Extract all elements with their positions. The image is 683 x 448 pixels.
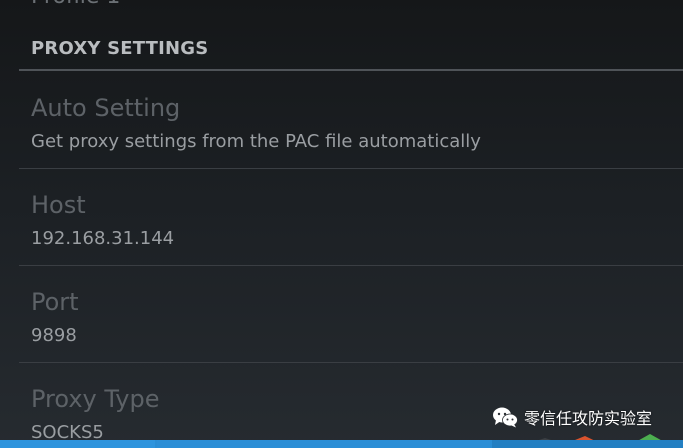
pref-summary: Get proxy settings from the PAC file aut… xyxy=(31,131,481,152)
pref-port[interactable]: Port 9898 xyxy=(19,266,683,363)
pref-host[interactable]: Host 192.168.31.144 xyxy=(19,169,683,266)
watermark-text: 零信任攻防实验室 xyxy=(524,409,653,428)
bottom-accent-strip xyxy=(0,440,683,448)
pref-title: Proxy Type xyxy=(31,385,160,413)
strip-segment xyxy=(157,440,490,448)
pref-title: Host xyxy=(31,191,86,219)
section-divider xyxy=(19,69,683,71)
pref-title: Port xyxy=(31,288,79,316)
settings-screen: Profile 1 PROXY SETTINGS Auto Setting Ge… xyxy=(0,0,683,448)
wechat-icon xyxy=(493,407,518,428)
pref-summary: 9898 xyxy=(31,325,77,346)
watermark: 零信任攻防实验室 xyxy=(492,402,652,432)
strip-segment xyxy=(0,440,155,448)
strip-segment xyxy=(492,440,683,448)
pref-auto-setting[interactable]: Auto Setting Get proxy settings from the… xyxy=(19,72,683,169)
section-header-proxy-settings: PROXY SETTINGS xyxy=(31,38,209,59)
pref-title: Auto Setting xyxy=(31,94,181,122)
clipped-profile-item[interactable]: Profile 1 xyxy=(31,0,120,9)
pref-summary: 192.168.31.144 xyxy=(31,228,175,249)
